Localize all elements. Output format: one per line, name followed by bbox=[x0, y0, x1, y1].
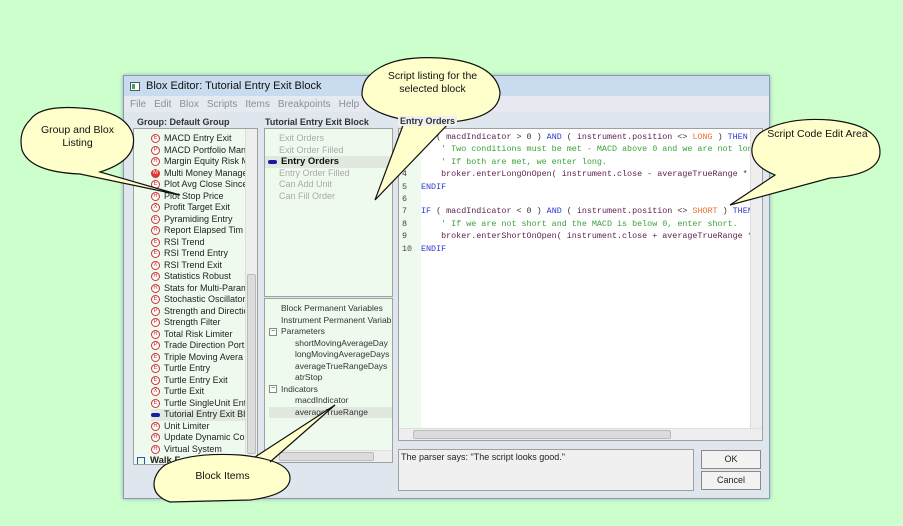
callout-items bbox=[153, 404, 336, 503]
editor-label: Entry Orders bbox=[398, 116, 458, 126]
callout-code bbox=[729, 118, 881, 206]
callout-script bbox=[361, 57, 501, 201]
callout-group bbox=[20, 106, 181, 196]
callout-shapes bbox=[20, 57, 881, 503]
